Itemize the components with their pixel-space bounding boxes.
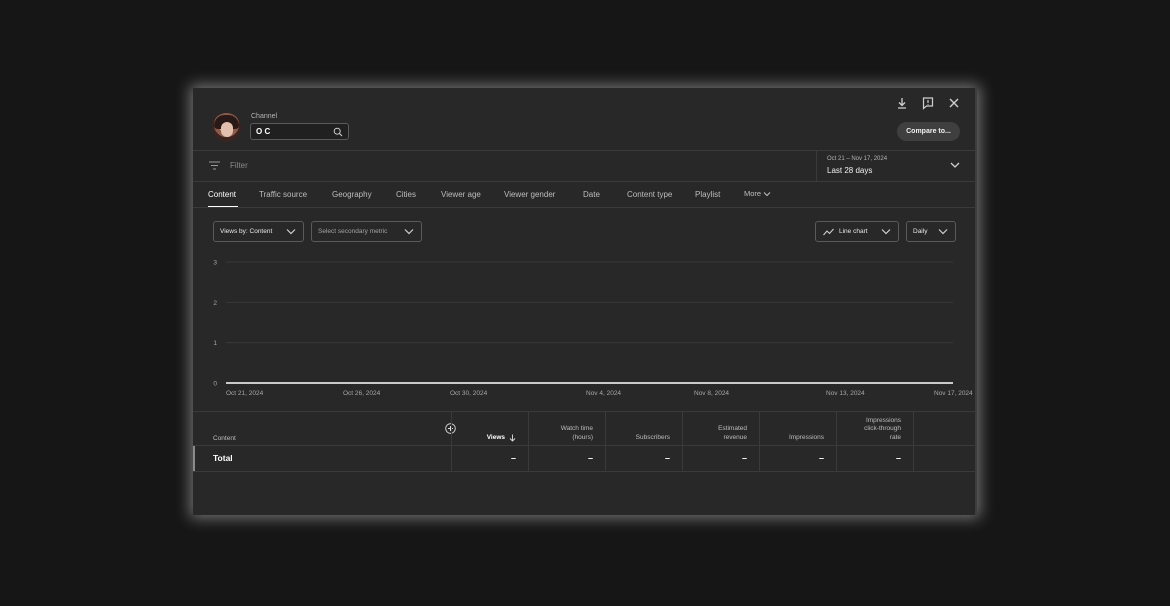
interval-value: Daily (913, 228, 928, 235)
tab-more-label: More (744, 189, 762, 198)
y-tick-label: 2 (213, 300, 217, 307)
filter-bar: Filter Oct 21 – Nov 17, 2024 Last 28 day… (193, 151, 977, 181)
x-tick-label: Nov 13, 2024 (826, 390, 865, 397)
tab-more[interactable]: More (744, 189, 771, 198)
column-header-estimated-revenue[interactable]: Estimated revenue (682, 411, 759, 446)
tab-content-type[interactable]: Content type (627, 190, 672, 199)
column-header-watch-time[interactable]: Watch time (hours) (528, 411, 605, 446)
chart-type-select[interactable]: Line chart (815, 221, 899, 242)
filter-input[interactable]: Filter (230, 161, 248, 170)
table-header: Content Views Watch time (hours) Subscri… (193, 411, 977, 446)
tab-viewer-age[interactable]: Viewer age (441, 190, 481, 199)
column-header-impressions[interactable]: Impressions (759, 411, 836, 446)
secondary-metric-select[interactable]: Select secondary metric (311, 221, 422, 242)
y-tick-label: 1 (213, 340, 217, 347)
date-range-picker[interactable]: Oct 21 – Nov 17, 2024 Last 28 days (816, 151, 977, 181)
total-impressions: – (759, 446, 836, 471)
chevron-down-icon (404, 229, 414, 235)
compare-button[interactable]: Compare to... (897, 122, 960, 141)
chevron-down-icon (881, 229, 891, 235)
column-header-views-label: Views (486, 433, 505, 441)
channel-value: O C (256, 127, 271, 136)
tab-viewer-gender[interactable]: Viewer gender (504, 190, 555, 199)
column-header-subscribers[interactable]: Subscribers (605, 411, 682, 446)
chart-type-value: Line chart (839, 228, 868, 235)
views-chart: 3 2 1 0 Oct 21, 2024 Oct 26, 2024 Oct 30, 2024… (193, 248, 977, 403)
close-icon[interactable] (947, 96, 961, 110)
channel-label: Channel (251, 113, 278, 120)
total-empty (913, 446, 977, 471)
secondary-metric-placeholder: Select secondary metric (318, 228, 388, 235)
column-header-impressions-ctr[interactable]: Impressions click-through rate (836, 411, 913, 446)
tab-playlist[interactable]: Playlist (695, 190, 720, 199)
row-marker (193, 446, 195, 471)
tab-date[interactable]: Date (583, 190, 600, 199)
search-icon[interactable] (333, 127, 343, 137)
x-tick-label: Oct 26, 2024 (343, 390, 381, 397)
date-range-text: Oct 21 – Nov 17, 2024 (827, 156, 888, 162)
primary-metric-select[interactable]: Views by: Content (213, 221, 304, 242)
x-tick-label: Oct 21, 2024 (226, 390, 264, 397)
chevron-down-icon (286, 229, 296, 235)
column-header-views[interactable]: Views (451, 411, 528, 446)
tab-geography[interactable]: Geography (332, 190, 372, 199)
channel-search-input[interactable]: O C (250, 123, 349, 140)
chart-svg: 3 2 1 0 Oct 21, 2024 Oct 26, 2024 Oct 30, 2024… (213, 260, 973, 398)
x-tick-label: Oct 30, 2024 (450, 390, 488, 397)
primary-metric-value: Views by: Content (220, 228, 273, 235)
total-label: Total (213, 453, 233, 463)
analytics-panel: Channel O C Compare to... Filter Oct 21 … (193, 88, 977, 515)
y-tick-label: 0 (213, 381, 217, 388)
total-estimated-revenue: – (682, 446, 759, 471)
total-impressions-ctr: – (836, 446, 913, 471)
header-actions (895, 96, 961, 110)
table-row-total: Total – – – – – – (193, 446, 977, 471)
column-header-empty (913, 411, 977, 446)
download-icon[interactable] (895, 96, 909, 110)
total-subscribers: – (605, 446, 682, 471)
chevron-down-icon (938, 229, 948, 235)
tab-cities[interactable]: Cities (396, 190, 416, 199)
chevron-down-icon (950, 162, 960, 168)
avatar (212, 113, 241, 142)
tab-traffic-source[interactable]: Traffic source (259, 190, 307, 199)
tab-content[interactable]: Content (208, 190, 236, 199)
column-header-content: Content (213, 435, 236, 442)
feedback-icon[interactable] (921, 96, 935, 110)
date-range-label: Last 28 days (827, 166, 873, 175)
divider (193, 181, 977, 182)
x-tick-label: Nov 17, 2024 (934, 390, 973, 397)
total-views: – (451, 446, 528, 471)
interval-select[interactable]: Daily (906, 221, 956, 242)
dimension-tabs: Content Traffic source Geography Cities … (193, 183, 977, 208)
x-tick-label: Nov 8, 2024 (694, 390, 729, 397)
total-watch-time: – (528, 446, 605, 471)
sort-down-icon (509, 434, 516, 442)
chevron-down-icon (763, 192, 771, 197)
y-tick-label: 3 (213, 260, 217, 267)
filter-icon[interactable] (209, 161, 220, 170)
line-chart-icon (823, 228, 834, 235)
x-tick-label: Nov 4, 2024 (586, 390, 621, 397)
divider (193, 471, 977, 472)
divider (193, 207, 977, 208)
